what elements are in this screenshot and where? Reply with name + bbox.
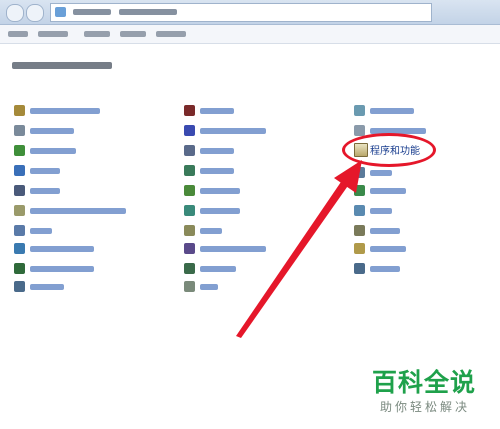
watermark-subtitle: 助你轻松解决 [380,400,471,414]
watermark: 百科全说 助你轻松解决 [372,370,492,415]
red-arrow-icon [236,160,362,338]
watermark-title: 百科全说 [372,368,477,397]
